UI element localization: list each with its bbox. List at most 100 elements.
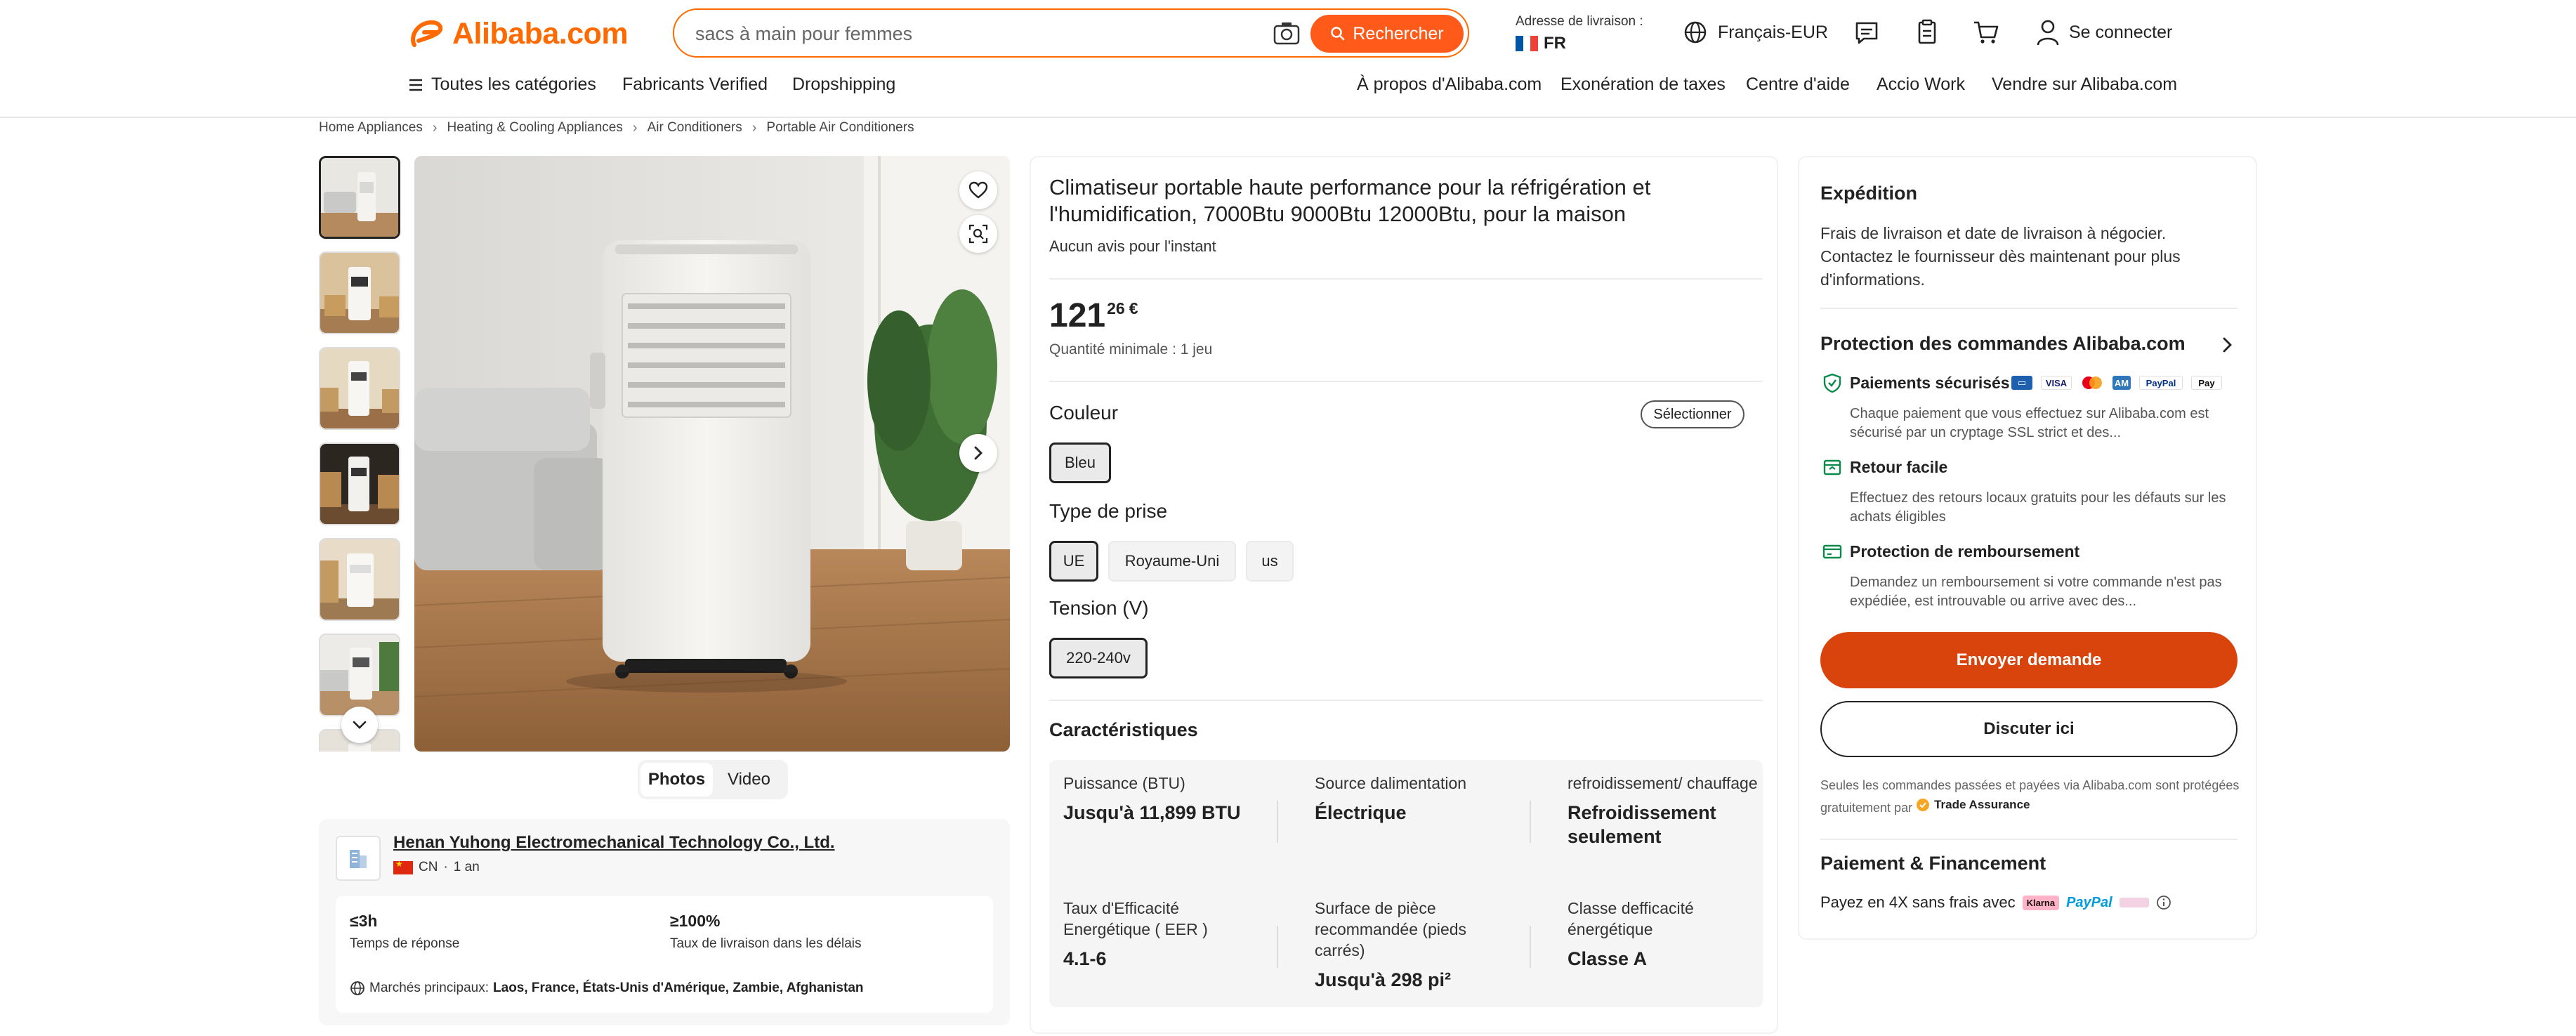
stat-value: ≤3h: [350, 912, 378, 930]
thumbnail-scroll-down-button[interactable]: [341, 707, 378, 743]
nav-tax-exemption[interactable]: Exonération de taxes: [1560, 74, 1726, 95]
send-inquiry-button[interactable]: Envoyer demande: [1820, 632, 2237, 688]
search-button[interactable]: Rechercher: [1310, 15, 1464, 53]
price-currency: €: [1129, 299, 1138, 317]
supplier-card: Henan Yuhong Electromechanical Technolog…: [319, 819, 1010, 1025]
breadcrumb-item[interactable]: Home Appliances: [319, 120, 423, 136]
color-option-bleu[interactable]: Bleu: [1049, 442, 1111, 483]
nav-fabricants-verified[interactable]: Fabricants Verified: [622, 74, 768, 95]
reviews-summary[interactable]: Aucun avis pour l'instant: [1049, 237, 1216, 256]
divider: [1820, 839, 2237, 840]
spec-divider: [1277, 801, 1278, 843]
menu-icon: [409, 79, 422, 91]
spec-label: Puissance (BTU): [1063, 774, 1185, 792]
logo-text: Alibaba.com: [452, 16, 629, 51]
financing-row: Payez en 4X sans frais avec Klarna PayPa…: [1820, 893, 2171, 912]
nav-sell[interactable]: Vendre sur Alibaba.com: [1992, 74, 2177, 95]
spec-item: Surface de pièce recommandée (pieds carr…: [1315, 898, 1511, 992]
breadcrumb-item[interactable]: Portable Air Conditioners: [766, 120, 914, 136]
language-label: Français-EUR: [1718, 22, 1828, 42]
chevron-down-icon: [353, 721, 367, 729]
spec-divider: [1530, 801, 1531, 843]
trade-assurance-badge[interactable]: Trade Assurance: [1916, 795, 2030, 815]
alibaba-logo[interactable]: Alibaba.com: [409, 13, 629, 55]
mastercard-icon: [2082, 376, 2102, 389]
nav-accio-work[interactable]: Accio Work: [1877, 74, 1965, 95]
nav-all-categories[interactable]: Toutes les catégories: [409, 74, 596, 95]
spec-value: 4.1-6: [1063, 948, 1107, 969]
nav-dropshipping[interactable]: Dropshipping: [792, 74, 895, 95]
china-flag-icon: [393, 859, 413, 874]
nav-all-categories-label: Toutes les catégories: [431, 74, 596, 94]
voltage-option-220-240v[interactable]: 220-240v: [1049, 638, 1148, 678]
return-box-icon: [1823, 459, 1841, 476]
visa-icon: VISA: [2041, 376, 2072, 390]
thumbnail-1[interactable]: [319, 156, 400, 239]
supplier-name[interactable]: Henan Yuhong Electromechanical Technolog…: [393, 833, 835, 853]
thumbnail-3[interactable]: [319, 347, 400, 430]
nav-about[interactable]: À propos d'Alibaba.com: [1357, 74, 1542, 95]
next-image-button[interactable]: [959, 434, 997, 472]
product-title: Climatiseur portable haute performance p…: [1049, 175, 1651, 226]
main-markets: Marchés principaux: Laos, France, États-…: [350, 981, 864, 996]
select-variants-button[interactable]: Sélectionner: [1641, 400, 1744, 428]
divider: [1049, 381, 1763, 382]
search-input[interactable]: [695, 18, 1229, 49]
camera-search-icon[interactable]: [1271, 20, 1302, 48]
paypal-logo: PayPal: [2066, 895, 2112, 911]
payment-badges: ▭ VISA AM PayPal Pay: [2011, 375, 2222, 391]
paypal-icon: PayPal: [2139, 376, 2183, 390]
signin-link[interactable]: Se connecter: [2035, 18, 2172, 46]
protection-item-title: Retour facile: [1850, 458, 1948, 476]
tab-photos[interactable]: Photos: [640, 763, 713, 796]
plug-option-us[interactable]: us: [1246, 541, 1294, 582]
france-flag-icon: [1516, 36, 1539, 51]
tab-video[interactable]: Video: [713, 763, 785, 796]
protection-title[interactable]: Protection des commandes Alibaba.com: [1820, 333, 2186, 355]
color-label: Couleur: [1049, 402, 1119, 424]
spec-label: Taux d'Efficacité Energétique ( EER ): [1063, 899, 1208, 938]
favorite-button[interactable]: [959, 171, 997, 209]
orders-icon[interactable]: [1913, 18, 1941, 46]
supplier-stats: ≤3h Temps de réponse ≥100% Taux de livra…: [336, 896, 993, 1013]
alibaba-logo-icon: [411, 20, 443, 47]
search-bar: Rechercher: [673, 8, 1469, 58]
messages-icon[interactable]: [1853, 18, 1881, 46]
info-icon[interactable]: [2156, 895, 2171, 910]
media-tabs: Photos Video: [638, 760, 788, 799]
divider: [1820, 308, 2237, 309]
thumbnail-4[interactable]: [319, 442, 400, 525]
stat-response-time: ≤3h Temps de réponse: [350, 912, 459, 952]
thumbnail-strip: [319, 156, 400, 752]
markets-label: Marchés principaux:: [369, 981, 489, 995]
delivery-address[interactable]: Adresse de livraison : FR: [1516, 14, 1670, 53]
thumbnail-5[interactable]: [319, 538, 400, 621]
spec-label: Surface de pièce recommandée (pieds carr…: [1315, 899, 1467, 959]
user-icon: [2037, 20, 2059, 46]
chevron-right-icon: [974, 446, 983, 460]
chat-now-button[interactable]: Discuter ici: [1820, 701, 2237, 757]
nav-dropshipping-label: Dropshipping: [792, 74, 896, 94]
breadcrumb-item[interactable]: Air Conditioners: [648, 120, 742, 136]
chevron-right-icon[interactable]: [2216, 334, 2237, 355]
thumbnail-6[interactable]: [319, 634, 400, 716]
visual-search-button[interactable]: [959, 215, 997, 253]
protection-item-title: Paiements sécurisés: [1850, 374, 2010, 392]
spec-item: Taux d'Efficacité Energétique ( EER ) 4.…: [1063, 898, 1260, 971]
nav-help-center[interactable]: Centre d'aide: [1746, 74, 1850, 95]
plug-option-royaume-uni[interactable]: Royaume-Uni: [1108, 541, 1236, 582]
spec-label: refroidissement/ chauffage: [1568, 774, 1758, 792]
specs-table: Puissance (BTU) Jusqu'à 11,899 BTU Sourc…: [1049, 760, 1763, 1007]
main-product-image[interactable]: [414, 156, 1010, 752]
trade-assurance-note: Seules les commandes passées et payées v…: [1820, 775, 2242, 818]
plug-type-label: Type de prise: [1049, 500, 1168, 522]
cart-icon[interactable]: [1972, 18, 2000, 46]
plug-option-ue[interactable]: UE: [1049, 541, 1098, 582]
thumbnail-2[interactable]: [319, 251, 400, 334]
breadcrumb-item[interactable]: Heating & Cooling Appliances: [447, 120, 623, 136]
stat-value: ≥100%: [670, 912, 721, 930]
supplier-logo[interactable]: [336, 836, 381, 881]
markets-list: Laos, France, États-Unis d'Amérique, Zam…: [493, 981, 864, 995]
language-selector[interactable]: Français-EUR: [1683, 20, 1828, 45]
order-side-panel: Expédition Frais de livraison et date de…: [1798, 156, 2257, 940]
